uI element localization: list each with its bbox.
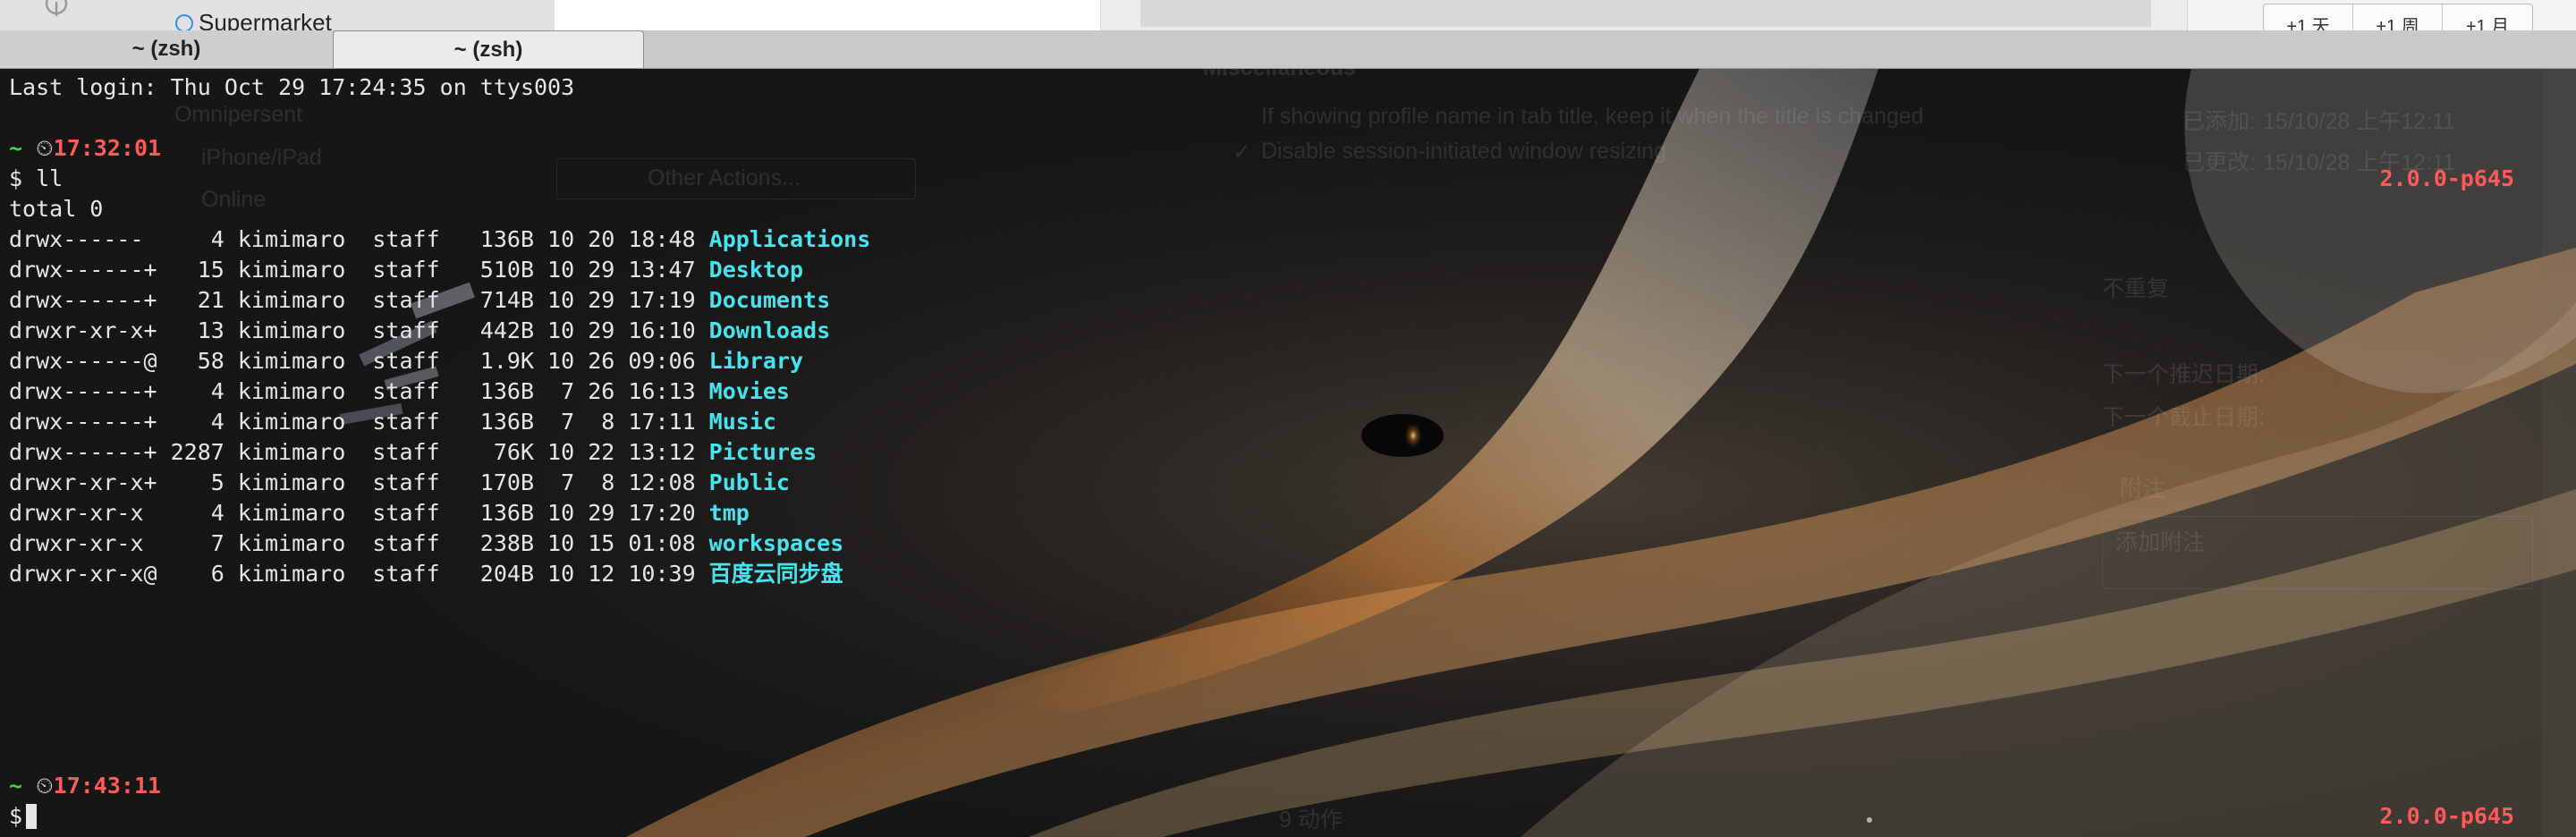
listing-meta: drwx------+ 4 kimimaro staff 136B 7 8 17… (9, 409, 709, 435)
background-list-panel (555, 0, 1101, 30)
date-shift-segmented-control: +1 天 +1 周 +1 月 (2263, 4, 2533, 30)
tab-zsh-1[interactable]: ~ (zsh) (0, 30, 333, 68)
listing-meta: drwx------+ 4 kimimaro staff 136B 7 26 1… (9, 378, 709, 404)
listing-meta: drwxr-xr-x@ 6 kimimaro staff 204B 10 12 … (9, 561, 709, 587)
directory-name: Movies (708, 378, 790, 404)
input-line[interactable]: $ (9, 801, 38, 832)
add-one-day-button[interactable]: +1 天 (2264, 4, 2353, 30)
listing-meta: drwx------+ 2287 kimimaro staff 76K 10 2… (9, 439, 709, 465)
listing-row: drwxr-xr-x 7 kimimaro staff 238B 10 15 0… (9, 528, 843, 559)
listing-row: drwx------@ 58 kimimaro staff 1.9K 10 26… (9, 346, 803, 376)
total-line: total 0 (9, 196, 104, 222)
directory-name: Downloads (708, 317, 831, 343)
listing-meta: drwx------+ 21 kimimaro staff 714B 10 29… (9, 287, 709, 313)
version-indicator-bottom: 2.0.0-p645 (2379, 803, 2514, 829)
listing-meta: drwx------+ 15 kimimaro staff 510B 10 29… (9, 257, 709, 283)
listing-meta: drwxr-xr-x+ 13 kimimaro staff 442B 10 29… (9, 317, 709, 343)
tab-zsh-2[interactable]: ~ (zsh) (333, 30, 644, 68)
directory-name: Music (708, 409, 776, 435)
directory-name: Documents (708, 287, 831, 313)
prompt-time: 17:43:11 (53, 773, 162, 799)
directory-name: Desktop (708, 257, 804, 283)
add-one-week-button[interactable]: +1 周 (2353, 4, 2443, 30)
listing-meta: drwx------ 4 kimimaro staff 136B 10 20 1… (9, 226, 709, 252)
directory-name: 百度云同步盘 (708, 561, 843, 587)
listing-row: drwx------ 4 kimimaro staff 136B 10 20 1… (9, 224, 870, 255)
sidebar-item-supermarket[interactable]: Supermarket (175, 9, 332, 30)
background-app-strip: Supermarket +1 天 +1 周 +1 月 (0, 0, 2576, 30)
directory-name: workspaces (708, 530, 844, 556)
add-one-month-button[interactable]: +1 月 (2443, 4, 2532, 31)
listing-meta: drwxr-xr-x 7 kimimaro staff 238B 10 15 0… (9, 530, 709, 556)
directory-name: Applications (708, 226, 871, 252)
terminal-cursor (26, 804, 38, 829)
last-login-line: Last login: Thu Oct 29 17:24:35 on ttys0… (9, 74, 575, 100)
directory-name: Public (708, 469, 790, 495)
terminal-tab-bar: ~ (zsh) ~ (zsh) (0, 30, 2576, 69)
prompt-tilde: ~ (9, 773, 23, 799)
directory-name: Pictures (708, 439, 818, 465)
listing-meta: drwxr-xr-x+ 5 kimimaro staff 170B 7 8 12… (9, 469, 709, 495)
input-prompt: $ (9, 803, 23, 829)
listing-row: drwx------+ 21 kimimaro staff 714B 10 29… (9, 285, 830, 316)
listing-row: drwxr-xr-x+ 13 kimimaro staff 442B 10 29… (9, 316, 830, 346)
listing-row: drwx------+ 4 kimimaro staff 136B 7 8 17… (9, 407, 776, 437)
clock-icon: ⏲ (36, 135, 54, 161)
command-line: $ ll (9, 165, 64, 191)
prompt-line-2: ~ ⏲17:43:11 (9, 771, 161, 801)
listing-row: drwx------+ 15 kimimaro staff 510B 10 29… (9, 255, 803, 285)
terminal-scrollbar[interactable] (2542, 69, 2576, 837)
context-icon (175, 14, 193, 30)
prompt-line-1: ~ ⏲17:32:01 (9, 133, 161, 164)
background-sidebar: Supermarket (0, 0, 555, 30)
directory-name: Library (708, 348, 804, 374)
listing-row: drwx------+ 4 kimimaro staff 136B 7 26 1… (9, 376, 790, 407)
listing-row: drwxr-xr-x+ 5 kimimaro staff 170B 7 8 12… (9, 468, 790, 498)
listing-row: drwxr-xr-x 4 kimimaro staff 136B 10 29 1… (9, 498, 750, 528)
prompt-time: 17:32:01 (53, 135, 162, 161)
clock-icon: ⏲ (36, 773, 54, 799)
prompt-tilde: ~ (9, 135, 23, 161)
listing-meta: drwx------@ 58 kimimaro staff 1.9K 10 26… (9, 348, 709, 374)
terminal-window[interactable]: Miscellaneous If showing profile name in… (0, 69, 2576, 837)
listing-meta: drwxr-xr-x 4 kimimaro staff 136B 10 29 1… (9, 500, 709, 526)
listing-row: drwxr-xr-x@ 6 kimimaro staff 204B 10 12 … (9, 559, 843, 589)
lightbulb-icon (45, 0, 68, 16)
version-indicator-top: 2.0.0-p645 (2379, 165, 2514, 191)
directory-name: tmp (708, 500, 750, 526)
background-content-panel (1140, 0, 2151, 27)
listing-row: drwx------+ 2287 kimimaro staff 76K 10 2… (9, 437, 817, 468)
